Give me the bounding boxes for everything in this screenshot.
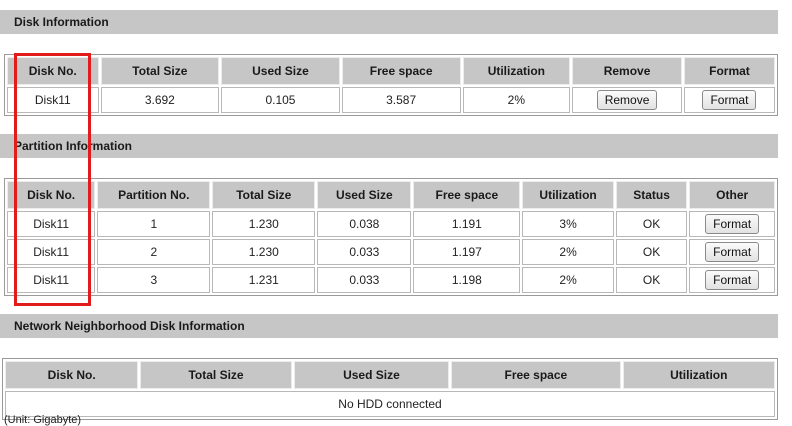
status-cell: OK	[615, 211, 688, 237]
format-button[interactable]: Format	[702, 90, 757, 110]
total-size-cell: 1.231	[212, 267, 316, 293]
utilization-cell: 2%	[522, 239, 614, 265]
table-row: Disk11 2 1.230 0.033 1.197 2% OK Format	[7, 239, 775, 265]
partition-no-cell: 3	[97, 267, 211, 293]
remove-button[interactable]: Remove	[596, 90, 658, 110]
free-space-cell: 1.198	[413, 267, 521, 293]
status-cell: OK	[615, 267, 688, 293]
column-header-utilization: Utilization	[522, 181, 614, 209]
used-size-cell: 0.033	[317, 239, 412, 265]
free-space-cell: 1.197	[413, 239, 521, 265]
column-header-free-space: Free space	[451, 361, 621, 389]
free-space-cell: 1.191	[413, 211, 521, 237]
column-header-total-size: Total Size	[140, 361, 292, 389]
column-header-utilization: Utilization	[462, 57, 571, 85]
unit-note: (Unit: Gigabyte)	[4, 414, 82, 426]
utilization-cell: 2%	[462, 87, 571, 113]
utilization-cell: 2%	[522, 267, 614, 293]
table-row: No HDD connected	[5, 391, 775, 417]
format-cell: Format	[683, 87, 775, 113]
free-space-cell: 3.587	[341, 87, 461, 113]
column-header-status: Status	[615, 181, 688, 209]
column-header-utilization: Utilization	[622, 361, 775, 389]
column-header-free-space: Free space	[341, 57, 461, 85]
table-header-row: Disk No. Total Size Used Size Free space…	[5, 361, 775, 389]
column-header-total-size: Total Size	[212, 181, 316, 209]
format-partition-button[interactable]: Format	[705, 214, 760, 234]
disk-no-cell: Disk11	[7, 239, 96, 265]
network-info-table: Disk No. Total Size Used Size Free space…	[2, 358, 778, 420]
column-header-disk-no: Disk No.	[7, 57, 99, 85]
column-header-total-size: Total Size	[100, 57, 220, 85]
network-info-title: Network Neighborhood Disk Information	[0, 314, 778, 338]
used-size-cell: 0.038	[317, 211, 412, 237]
column-header-disk-no: Disk No.	[7, 181, 96, 209]
format-partition-button[interactable]: Format	[705, 242, 760, 262]
column-header-used-size: Used Size	[221, 57, 340, 85]
action-cell: Format	[689, 211, 775, 237]
column-header-remove: Remove	[572, 57, 682, 85]
action-cell: Format	[689, 267, 775, 293]
table-row: Disk11 3.692 0.105 3.587 2% Remove Forma…	[7, 87, 775, 113]
total-size-cell: 1.230	[212, 211, 316, 237]
disk-info-title: Disk Information	[0, 10, 778, 34]
disk-no-cell: Disk11	[7, 87, 99, 113]
total-size-cell: 1.230	[212, 239, 316, 265]
table-row: Disk11 3 1.231 0.033 1.198 2% OK Format	[7, 267, 775, 293]
status-cell: OK	[615, 239, 688, 265]
column-header-format: Format	[683, 57, 775, 85]
no-hdd-message: No HDD connected	[5, 391, 775, 417]
disk-no-cell: Disk11	[7, 267, 96, 293]
partition-no-cell: 1	[97, 211, 211, 237]
column-header-used-size: Used Size	[317, 181, 412, 209]
used-size-cell: 0.105	[221, 87, 340, 113]
partition-info-table: Disk No. Partition No. Total Size Used S…	[4, 178, 778, 296]
table-header-row: Disk No. Partition No. Total Size Used S…	[7, 181, 775, 209]
format-partition-button[interactable]: Format	[705, 270, 760, 290]
disk-no-cell: Disk11	[7, 211, 96, 237]
table-row: Disk11 1 1.230 0.038 1.191 3% OK Format	[7, 211, 775, 237]
disk-info-table: Disk No. Total Size Used Size Free space…	[4, 54, 778, 116]
partition-info-title: Partition Information	[0, 134, 778, 158]
column-header-other: Other	[689, 181, 775, 209]
column-header-disk-no: Disk No.	[5, 361, 139, 389]
column-header-free-space: Free space	[413, 181, 521, 209]
column-header-used-size: Used Size	[293, 361, 450, 389]
total-size-cell: 3.692	[100, 87, 220, 113]
table-header-row: Disk No. Total Size Used Size Free space…	[7, 57, 775, 85]
utilization-cell: 3%	[522, 211, 614, 237]
column-header-partition-no: Partition No.	[97, 181, 211, 209]
remove-cell: Remove	[572, 87, 682, 113]
used-size-cell: 0.033	[317, 267, 412, 293]
action-cell: Format	[689, 239, 775, 265]
partition-no-cell: 2	[97, 239, 211, 265]
